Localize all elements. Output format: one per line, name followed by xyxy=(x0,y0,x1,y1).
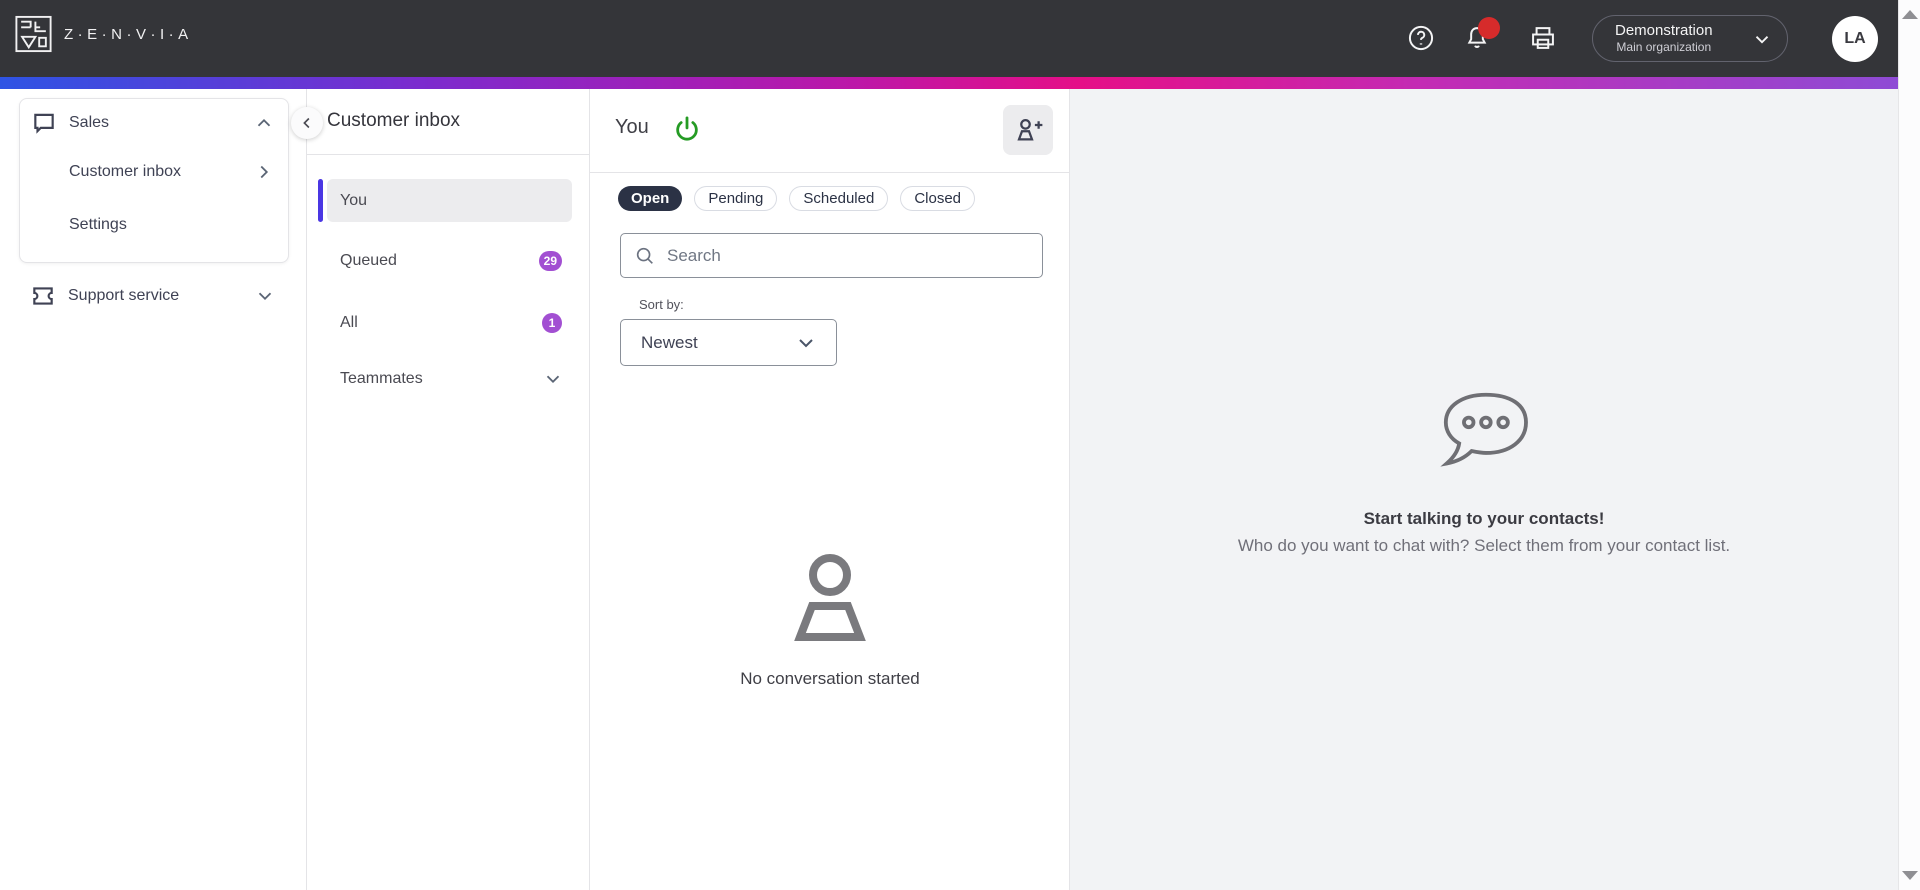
sort-dropdown[interactable]: Newest xyxy=(620,319,837,366)
speech-bubble-icon xyxy=(1440,392,1528,467)
scroll-up-arrow[interactable] xyxy=(1902,10,1918,19)
ticket-icon xyxy=(30,283,56,309)
sort-selected-value: Newest xyxy=(641,332,698,352)
inbox-filter-label: All xyxy=(340,313,358,331)
sidebar-item-settings[interactable]: Settings xyxy=(20,203,288,247)
chat-bubble-icon xyxy=(31,110,57,136)
person-icon xyxy=(794,554,866,641)
search-icon xyxy=(636,247,653,264)
selected-indicator xyxy=(318,179,323,222)
bell-icon[interactable] xyxy=(1463,17,1500,52)
search-input[interactable] xyxy=(667,245,1027,266)
sidebar-item-label: Support service xyxy=(68,287,180,304)
brand-wordmark: Z·E·N·V·I·A xyxy=(64,25,193,43)
empty-state-title: Start talking to your contacts! xyxy=(1363,509,1605,528)
power-icon[interactable] xyxy=(673,115,701,143)
organization-text: Demonstration Main organization xyxy=(1615,22,1713,56)
sort-by-label: Sort by: xyxy=(639,297,684,312)
inbox-filter-label: Queued xyxy=(340,251,397,269)
tab-closed[interactable]: Closed xyxy=(900,186,976,211)
empty-conversation-state: No conversation started xyxy=(590,549,1070,689)
count-badge: 1 xyxy=(542,312,562,333)
divider xyxy=(590,172,1070,173)
sidebar-item-label: Sales xyxy=(69,114,110,131)
search-field xyxy=(620,233,1043,278)
sidebar-item-label: Customer inbox xyxy=(69,163,182,180)
chevron-down-icon xyxy=(1755,35,1769,44)
tab-pending[interactable]: Pending xyxy=(694,186,778,211)
zenvia-logo: Z·E·N·V·I·A xyxy=(14,15,193,53)
organization-switcher[interactable]: Demonstration Main organization xyxy=(1592,15,1788,62)
add-contact-button[interactable] xyxy=(1003,105,1053,155)
scroll-down-arrow[interactable] xyxy=(1902,871,1918,880)
inbox-filter-label: Teammates xyxy=(340,369,423,387)
app-screen: Z·E·N·V·I·A Demonstration Main organizat… xyxy=(0,0,1920,890)
inbox-filter-teammates[interactable]: Teammates xyxy=(327,357,572,400)
tab-open[interactable]: Open xyxy=(618,186,683,211)
help-icon[interactable] xyxy=(1407,24,1435,52)
organization-subtitle: Main organization xyxy=(1616,40,1712,55)
chevron-left-icon xyxy=(303,117,310,129)
conversation-list-panel: You Open Pending Scheduled Closed Search… xyxy=(590,89,1070,890)
inbox-filter-all[interactable]: All 1 xyxy=(327,301,572,344)
inbox-filter-queued[interactable]: Queued 29 xyxy=(327,239,572,282)
chevron-down-icon xyxy=(799,338,813,347)
count-badge: 29 xyxy=(538,250,562,271)
avatar[interactable]: LA xyxy=(1832,16,1878,62)
brand-gradient-bar xyxy=(0,77,1898,89)
tab-scheduled[interactable]: Scheduled xyxy=(789,186,889,211)
add-person-icon xyxy=(1017,118,1043,141)
sidebar-item-support-service[interactable]: Support service xyxy=(19,274,289,318)
chevron-down-icon xyxy=(254,285,276,307)
notification-dot xyxy=(1478,17,1500,39)
customer-inbox-panel: Customer inbox You Queued 29 All 1 Teamm… xyxy=(291,89,590,890)
content-area: Sales Customer inbox Settings Support se… xyxy=(0,89,1898,890)
chevron-down-icon xyxy=(542,368,564,390)
panel-title: You xyxy=(615,116,649,138)
inbox-filter-label: You xyxy=(340,191,367,209)
sidebar-item-customer-inbox[interactable]: Customer inbox xyxy=(20,150,288,194)
chevron-up-icon xyxy=(253,112,275,134)
zenvia-logo-icon xyxy=(15,15,52,53)
chevron-right-icon xyxy=(253,161,275,183)
top-bar: Z·E·N·V·I·A Demonstration Main organizat… xyxy=(0,0,1898,77)
organization-name: Demonstration xyxy=(1615,21,1713,39)
sales-menu-card: Sales Customer inbox Settings xyxy=(19,98,289,263)
printer-icon[interactable] xyxy=(1529,24,1557,52)
status-tabs: Open Pending Scheduled Closed xyxy=(618,186,976,211)
sidebar-item-sales[interactable]: Sales xyxy=(20,101,288,145)
empty-state-subtitle: Who do you want to chat with? Select the… xyxy=(1237,536,1731,555)
empty-state-text: No conversation started xyxy=(740,669,920,688)
sidebar: Sales Customer inbox Settings Support se… xyxy=(0,89,307,890)
sidebar-item-label: Settings xyxy=(69,216,127,233)
collapse-panel-button[interactable] xyxy=(291,107,323,139)
chat-area-panel: Start talking to your contacts! Who do y… xyxy=(1070,89,1898,890)
start-chat-empty-state: Start talking to your contacts! Who do y… xyxy=(1070,389,1898,556)
divider xyxy=(307,154,590,155)
inbox-filter-you[interactable]: You xyxy=(318,179,572,222)
panel-title: Customer inbox xyxy=(327,110,461,131)
page-scrollbar[interactable] xyxy=(1898,0,1920,890)
